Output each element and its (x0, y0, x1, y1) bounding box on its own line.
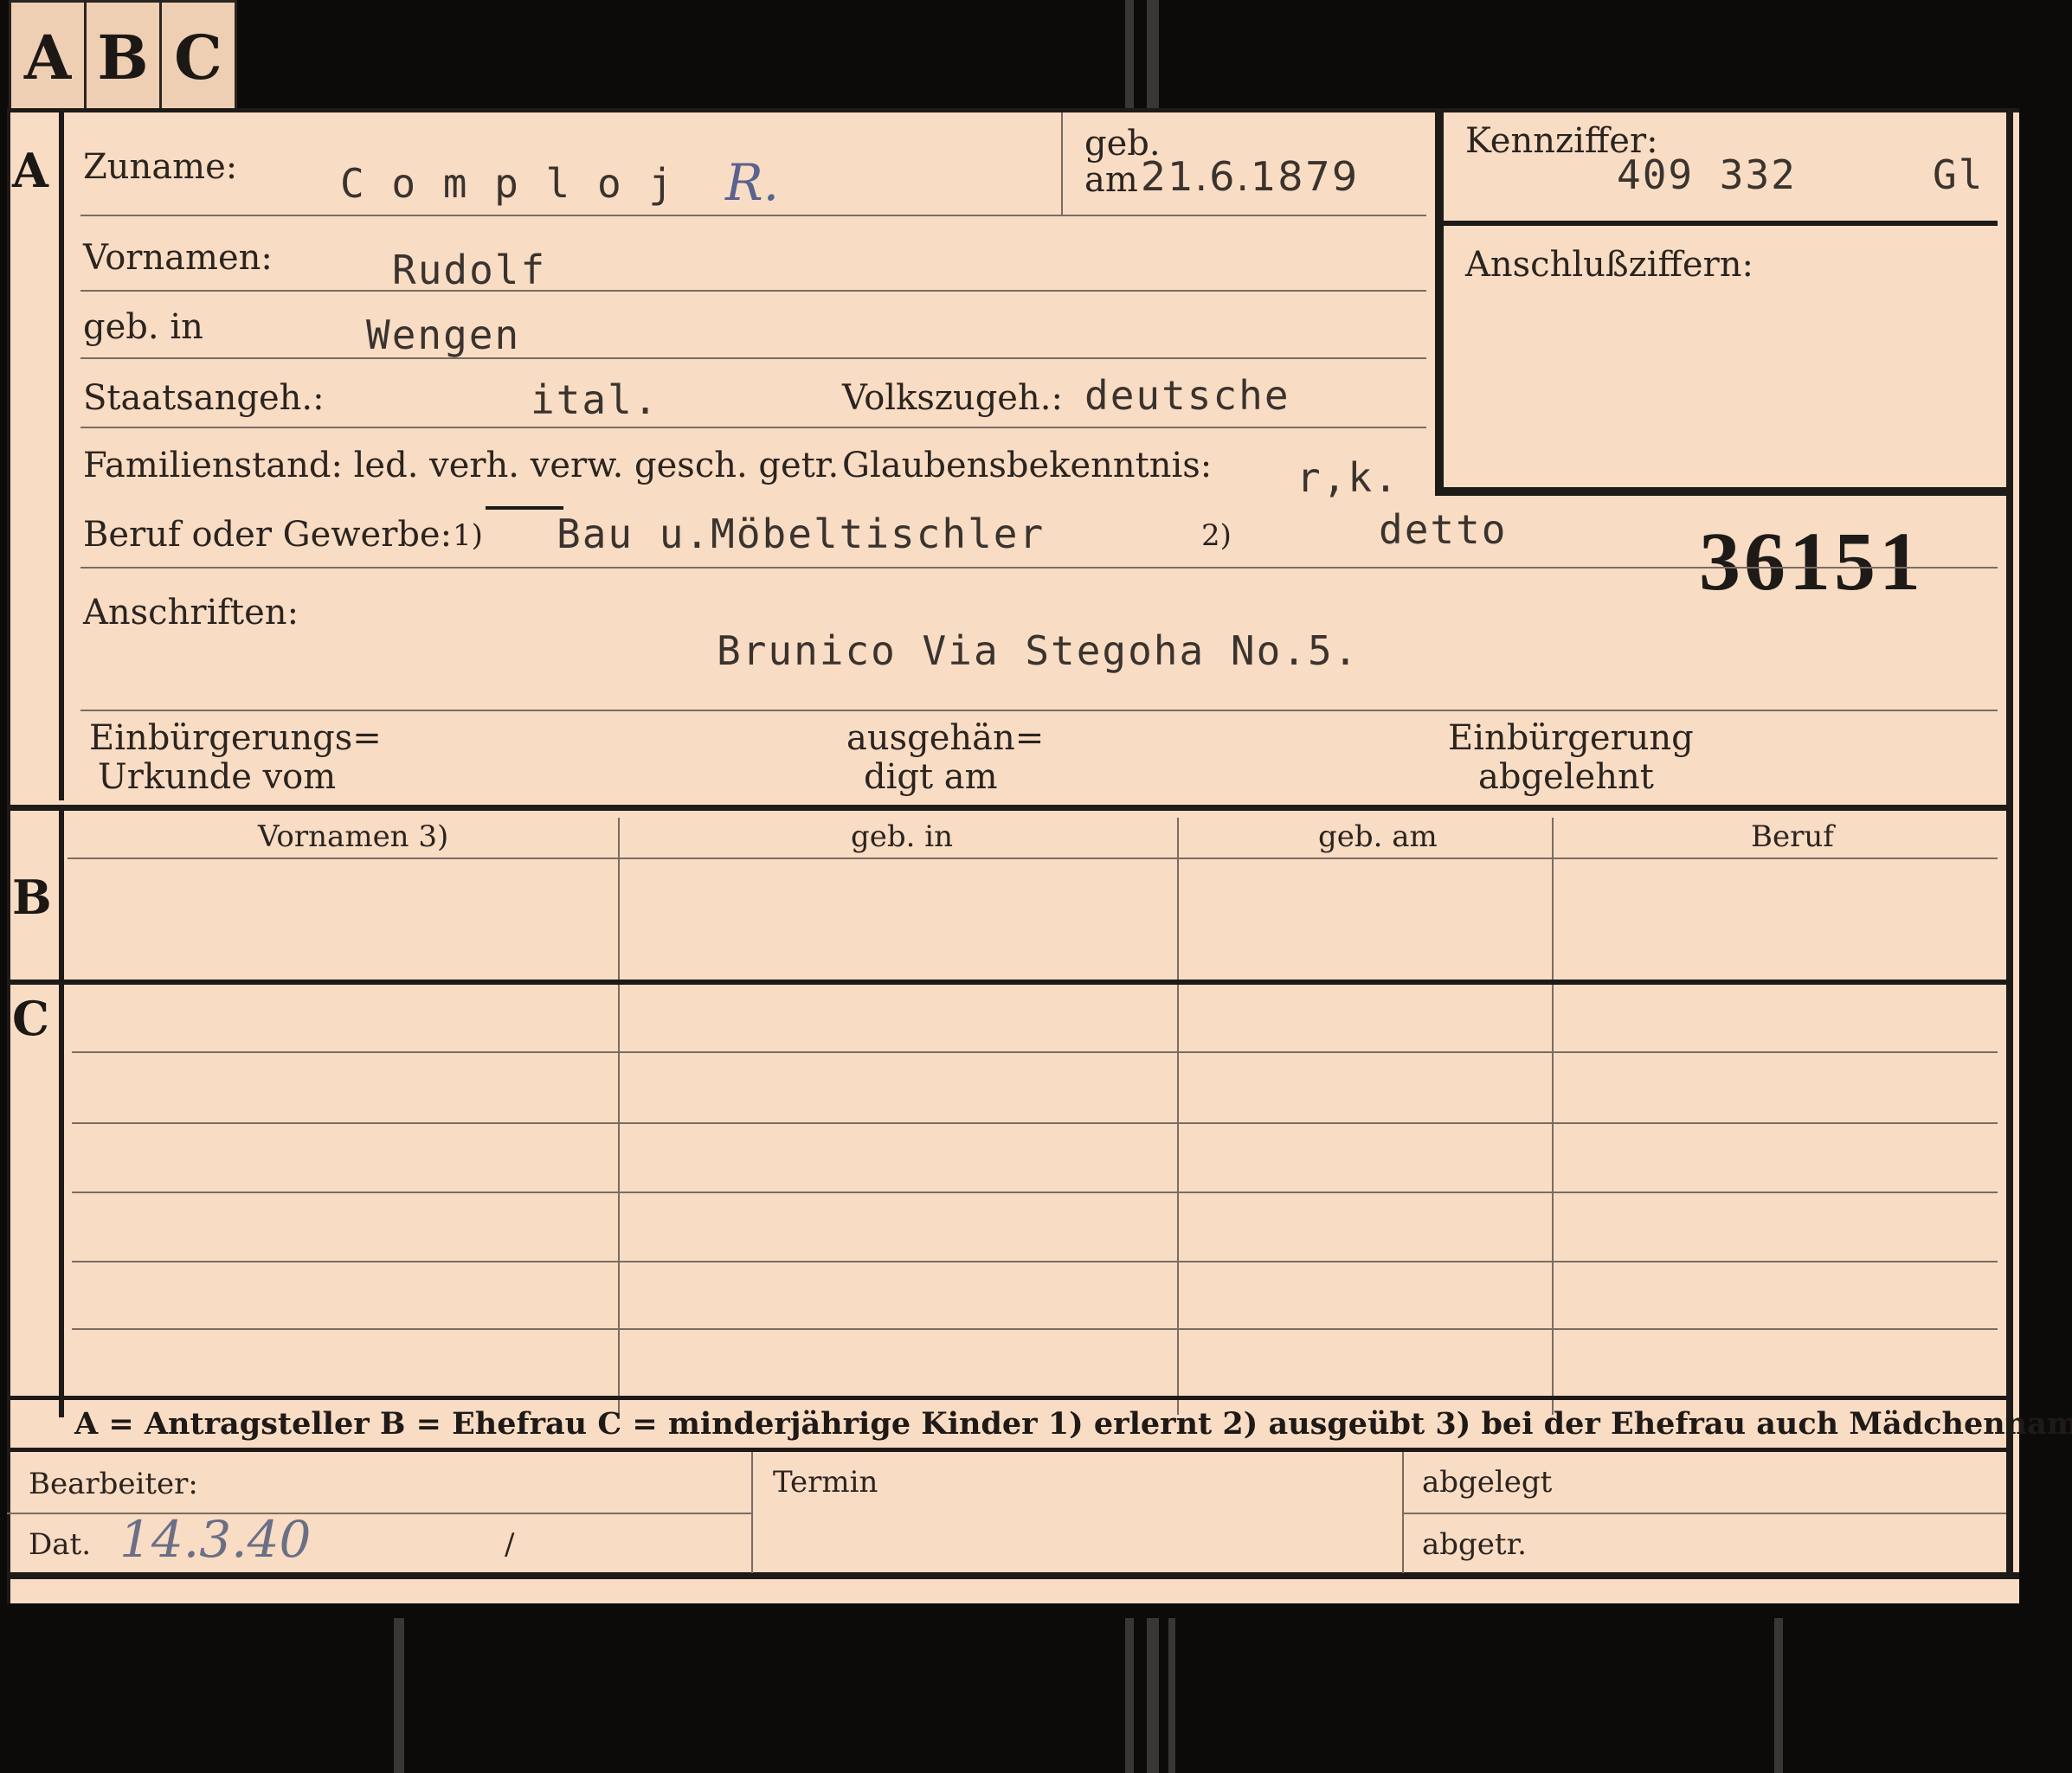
rule (80, 710, 1998, 711)
address-value: Brunico Via Stegoha No.5. (717, 627, 1360, 674)
rule (72, 1192, 1998, 1193)
rejected-label-line2: abgelehnt (1478, 757, 1654, 797)
background-stripe (1125, 1618, 1134, 1773)
termin-label: Termin (773, 1465, 878, 1500)
kennziffer-value: 409 332 (1617, 151, 1797, 198)
naturalization-label-line1: Einbürgerungs= (89, 718, 382, 758)
rejected-label-line1: Einbürgerung (1448, 718, 1694, 758)
occupation-footnote-1: 1) (453, 518, 483, 553)
section-c-top (7, 980, 2006, 985)
rule (80, 567, 1998, 569)
kennziffer-suffix: Gl (1933, 151, 1985, 198)
ethnicity-value: deutsche (1084, 372, 1290, 419)
legend-text: A = Antragsteller B = Ehefrau C = minder… (74, 1406, 2072, 1442)
rule (1402, 1513, 2006, 1514)
rule (80, 427, 1426, 428)
ethnicity-label: Volkszugeh.: (842, 378, 1063, 418)
date-slash: / (505, 1527, 515, 1562)
birthplace-value: Wengen (366, 312, 521, 358)
kennziffer-box-divider (1444, 221, 1998, 226)
sent-label: abgetr. (1422, 1527, 1527, 1562)
anschluss-label: Anschlußziffern: (1465, 245, 1753, 285)
background-stripe (1147, 1618, 1159, 1773)
index-tab: A B C (9, 0, 237, 113)
background-stripe (1774, 1618, 1783, 1773)
editor-label: Bearbeiter: (29, 1467, 198, 1501)
rule (72, 1261, 1998, 1262)
rule (7, 1513, 751, 1514)
column-divider (1177, 991, 1179, 1415)
date-label: Dat. (29, 1527, 92, 1562)
rule (80, 290, 1426, 292)
surname-divider (1061, 112, 1063, 215)
tab-label-a: A (11, 3, 87, 113)
background-stripe (1168, 1618, 1175, 1773)
occupation-footnote-2: 2) (1201, 518, 1232, 553)
rule (80, 357, 1426, 359)
surname-value: C o m p l o j (340, 160, 675, 207)
religion-value: r,k. (1297, 454, 1400, 501)
background-stripe (1125, 0, 1134, 108)
kennziffer-box-left (1435, 108, 1444, 489)
birthdate-label-am: am (1084, 160, 1138, 200)
legend-top (7, 1396, 2006, 1400)
rule (72, 1328, 1998, 1330)
rule (68, 858, 1998, 859)
address-label: Anschriften: (83, 593, 299, 633)
kennziffer-box-bottom (1435, 487, 2006, 496)
frame-left (7, 108, 10, 1603)
firstname-label: Vornamen: (83, 238, 273, 278)
rule (80, 215, 1426, 216)
filed-label: abgelegt (1422, 1465, 1553, 1500)
rule (72, 1051, 1998, 1053)
frame-top (7, 108, 2019, 112)
occupation-value: Bau u.Möbeltischler (557, 511, 1046, 557)
column-header-birthplace: geb. in (851, 819, 954, 854)
section-c-margin-line (59, 985, 64, 1417)
occupation-value-2: detto (1379, 506, 1508, 553)
footer-divider (751, 1452, 753, 1573)
issued-label-line2: digt am (864, 757, 998, 797)
section-a-marker: A (12, 143, 48, 198)
legend-bottom (7, 1448, 2006, 1452)
background-stripe (1147, 0, 1159, 108)
column-header-birthdate: geb. am (1318, 819, 1438, 854)
surname-handwritten-mark: R. (725, 153, 780, 212)
family-status-label: Familienstand: led. verh. verw. gesch. g… (83, 446, 840, 485)
tab-label-c: C (174, 22, 222, 93)
date-handwritten: 14.3.40 (119, 1510, 312, 1569)
birthdate-value: 21.6.1879 (1141, 153, 1360, 200)
citizenship-label: Staatsangeh.: (83, 378, 325, 418)
occupation-label: Beruf oder Gewerbe: (83, 515, 453, 555)
registration-card: A Kennziffer: 409 332 Gl Anschlußziffern… (7, 108, 2072, 1603)
naturalization-label-line2: Urkunde vom (98, 757, 337, 797)
frame-bottom (7, 1572, 2019, 1579)
column-divider (1552, 991, 1554, 1415)
birthplace-label: geb. in (83, 307, 203, 347)
column-divider (618, 991, 620, 1415)
section-c-marker: C (12, 991, 49, 1046)
stamp-number: 36151 (1699, 515, 1924, 607)
column-header-firstnames: Vornamen 3) (258, 819, 449, 854)
section-a-margin-line (59, 108, 64, 800)
issued-label-line1: ausgehän= (846, 718, 1045, 758)
column-header-occupation: Beruf (1751, 819, 1834, 854)
section-b-top (7, 805, 2006, 811)
family-status-underline (486, 506, 563, 510)
section-b-marker: B (12, 870, 52, 925)
tab-label-b: B (87, 3, 162, 113)
citizenship-value: ital. (531, 376, 660, 423)
firstname-value: Rudolf (392, 247, 547, 293)
religion-label: Glaubensbekenntnis: (842, 446, 1213, 485)
background-stripe (394, 1618, 404, 1773)
rule (72, 1122, 1998, 1124)
frame-right (2006, 108, 2013, 1579)
surname-label: Zuname: (83, 147, 238, 187)
